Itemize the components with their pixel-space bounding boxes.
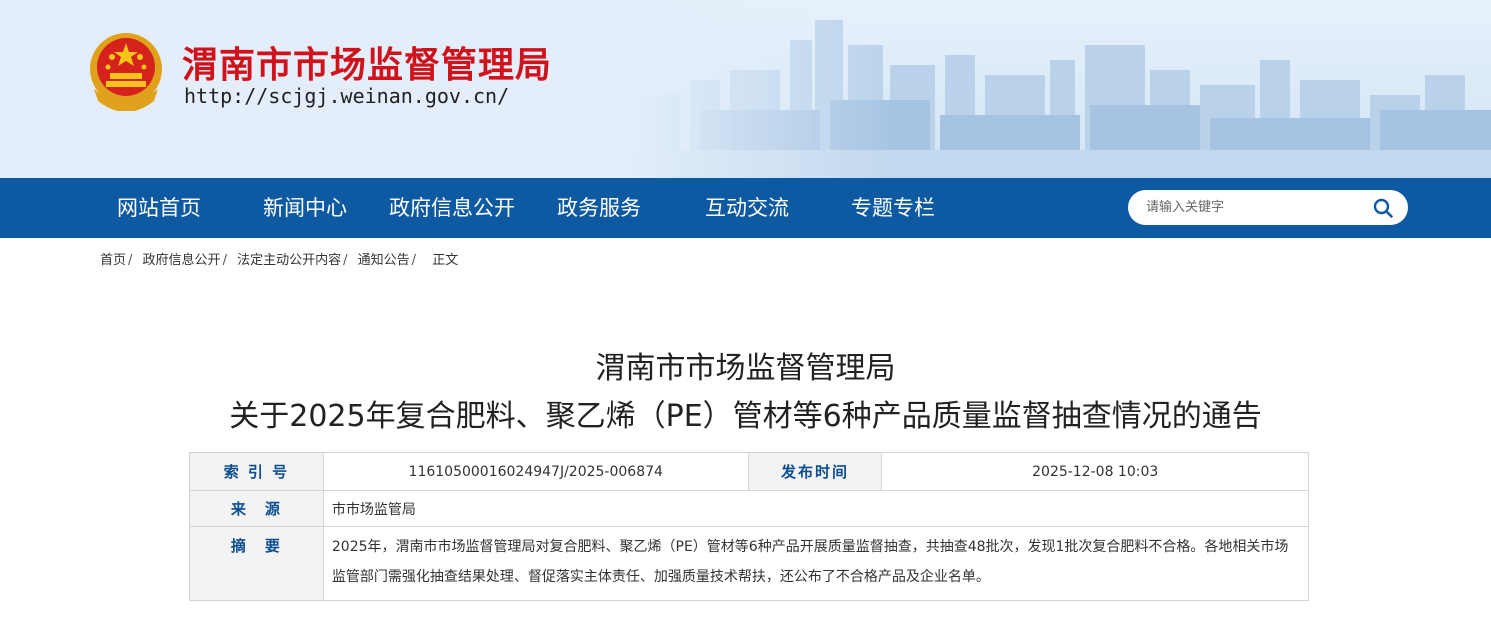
index-label: 索 引 号 <box>189 452 324 491</box>
search-box <box>1128 190 1408 225</box>
source-value: 市市场监管局 <box>322 490 1310 527</box>
source-label: 来 源 <box>189 490 324 527</box>
summary-value: 2025年，渭南市市场监督管理局对复合肥料、聚乙烯（PE）管材等6种产品开展质量… <box>322 526 1310 601</box>
breadcrumb: 首页 / 政府信息公开 / 法定主动公开内容 / 通知公告 / 正文 <box>100 249 458 268</box>
nav-item-services[interactable]: 政务服务 <box>557 178 641 238</box>
nav-item-interaction[interactable]: 互动交流 <box>705 178 789 238</box>
site-title[interactable]: 渭南市市场监督管理局 <box>182 36 552 88</box>
header-banner: 渭南市市场监督管理局 http://scjgj.weinan.gov.cn/ <box>0 0 1491 178</box>
search-icon[interactable] <box>1372 197 1394 219</box>
breadcrumb-notices[interactable]: 通知公告 <box>358 253 410 268</box>
article-title-line1: 渭南市市场监督管理局 <box>595 351 896 386</box>
breadcrumb-current: 正文 <box>432 253 459 268</box>
breadcrumb-separator: / <box>343 253 348 268</box>
article-meta-table: 索 引 号 11610500016024947J/2025-006874 发布时… <box>189 452 1310 601</box>
nav-item-home[interactable]: 网站首页 <box>117 178 201 238</box>
nav-item-news[interactable]: 新闻中心 <box>263 178 347 238</box>
nav-item-gov-info[interactable]: 政府信息公开 <box>389 178 515 238</box>
summary-label: 摘 要 <box>189 526 324 601</box>
index-value: 11610500016024947J/2025-006874 <box>322 452 749 491</box>
breadcrumb-gov-info[interactable]: 政府信息公开 <box>143 253 221 268</box>
publish-date-value: 2025-12-08 10:03 <box>881 452 1309 491</box>
publish-date-label: 发布时间 <box>747 452 883 491</box>
breadcrumb-separator: / <box>128 253 133 268</box>
meta-row-index: 索 引 号 11610500016024947J/2025-006874 发布时… <box>189 452 1309 491</box>
national-emblem-logo <box>90 33 162 111</box>
breadcrumb-statutory-disclosure[interactable]: 法定主动公开内容 <box>237 253 341 268</box>
breadcrumb-home[interactable]: 首页 <box>100 253 126 268</box>
breadcrumb-separator: / <box>222 253 227 268</box>
meta-row-source: 来 源 市市场监管局 <box>189 490 1310 527</box>
search-input[interactable] <box>1146 190 1366 225</box>
nav-item-topics[interactable]: 专题专栏 <box>851 178 935 238</box>
meta-row-summary: 摘 要 2025年，渭南市市场监督管理局对复合肥料、聚乙烯（PE）管材等6种产品… <box>189 526 1310 601</box>
article-title-line2: 关于2025年复合肥料、聚乙烯（PE）管材等6种产品质量监督抽查情况的通告 <box>229 399 1262 434</box>
site-url[interactable]: http://scjgj.weinan.gov.cn/ <box>184 84 509 108</box>
breadcrumb-separator: / <box>411 253 417 268</box>
